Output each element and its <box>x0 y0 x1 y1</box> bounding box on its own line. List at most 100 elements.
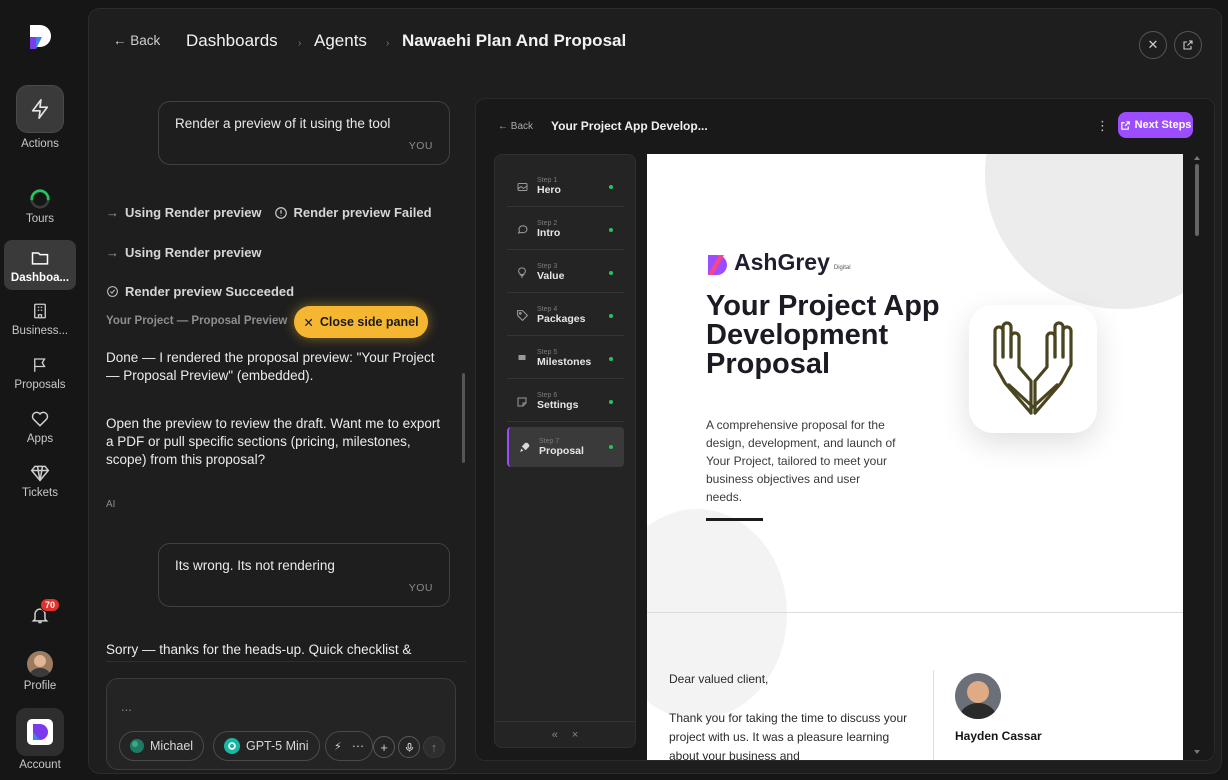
external-link-icon <box>1183 40 1193 50</box>
proposal-description: A comprehensive proposal for the design,… <box>706 418 896 504</box>
hands-logo-icon <box>969 305 1097 433</box>
step-intro[interactable]: Step 2 Intro <box>507 210 624 250</box>
tool-call-row[interactable]: → Using Render preview Render preview Fa… <box>106 205 432 220</box>
ashgrey-logo-icon <box>708 255 727 275</box>
close-icon[interactable]: × <box>572 729 578 741</box>
message-composer[interactable]: ... Michael GPT-5 Mini ⚡ ··· + ↑ <box>106 678 456 770</box>
rail-item-label: Dashboa... <box>10 272 70 284</box>
next-steps-button[interactable]: Next Steps <box>1118 112 1193 138</box>
rail-item-apps[interactable]: Apps <box>4 408 76 445</box>
more-label: ··· <box>351 739 365 753</box>
tag-icon <box>516 310 528 322</box>
document-scrollbar[interactable] <box>1193 154 1201 758</box>
voice-button[interactable] <box>398 736 420 758</box>
breadcrumb-dashboards[interactable]: Dashboards <box>186 31 278 51</box>
rail-item-account[interactable]: Account <box>4 708 76 771</box>
more-tools-button[interactable]: ⚡ ··· <box>325 731 374 761</box>
status-dot <box>609 228 613 232</box>
model-name: GPT-5 Mini <box>246 739 309 753</box>
step-number: Step 7 <box>539 437 560 445</box>
rail-item-label: Business... <box>11 325 69 337</box>
lightning-icon <box>31 99 49 119</box>
status-dot <box>609 400 613 404</box>
check-circle-icon <box>107 286 118 297</box>
status-dot <box>609 314 613 318</box>
agent-name: Michael <box>150 739 194 753</box>
step-name: Settings <box>537 399 579 411</box>
collapse-icon[interactable]: « <box>552 729 558 741</box>
steps-sidebar: Step 1 Hero Step 2 Intro Step 3 Value Step … <box>494 154 636 748</box>
decorative-circle <box>985 154 1183 309</box>
send-button[interactable]: ↑ <box>423 736 445 758</box>
step-number: Step 4 <box>537 306 558 313</box>
rail-item-profile[interactable]: Profile <box>4 651 76 692</box>
flag-icon <box>518 354 526 363</box>
sender-label: YOU <box>408 140 433 152</box>
proposal-document: AshGrey Digital Your Project App Develop… <box>647 154 1183 761</box>
letter-body: Thank you for taking the time to discuss… <box>669 711 908 761</box>
chat-scrollbar[interactable] <box>462 373 465 463</box>
diamond-icon <box>29 462 51 484</box>
preview-title: Your Project App Develop... <box>551 119 708 133</box>
page-title: Nawaehi Plan And Proposal <box>402 31 627 50</box>
tool-status-failed: Render preview Failed <box>293 205 432 220</box>
rail-item-label: Profile <box>23 680 57 692</box>
rail-item-business[interactable]: Business... <box>4 300 76 337</box>
vertical-divider <box>933 670 934 760</box>
close-side-panel-button[interactable]: ✕ Close side panel <box>294 306 428 338</box>
letter-greeting: Dear valued client, <box>669 672 769 686</box>
step-proposal[interactable]: Step 7 Proposal <box>507 427 624 467</box>
tool-call-row[interactable]: Render preview Succeeded <box>106 284 294 299</box>
app-logo[interactable] <box>28 24 52 50</box>
lightbulb-icon <box>518 267 526 278</box>
heart-icon <box>29 408 51 430</box>
building-icon <box>29 300 51 322</box>
divider <box>106 661 466 662</box>
chat-column: Render a preview of it using the tool YO… <box>89 73 469 773</box>
plus-icon: + <box>380 739 388 755</box>
step-hero[interactable]: Step 1 Hero <box>507 167 624 207</box>
rail-item-tickets[interactable]: Tickets <box>4 462 76 499</box>
external-link-icon <box>1120 120 1130 130</box>
close-icon: ✕ <box>303 315 314 330</box>
section-divider <box>647 612 1183 613</box>
breadcrumb-separator: › <box>386 38 390 49</box>
back-button[interactable]: ← Back <box>113 33 160 48</box>
preview-back-button[interactable]: ← Back <box>498 121 533 132</box>
rail-item-dashboards[interactable]: Dashboa... <box>4 247 76 284</box>
arrow-up-icon: ↑ <box>430 739 438 755</box>
step-settings[interactable]: Step 6 Settings <box>507 382 624 422</box>
brand-logo: AshGrey Digital <box>706 249 851 276</box>
tool-call-row[interactable]: → Using Render preview <box>106 245 262 260</box>
step-value[interactable]: Step 3 Value <box>507 253 624 293</box>
step-milestones[interactable]: Step 5 Milestones <box>507 339 624 379</box>
preview-panel: ← Back Your Project App Develop... ⋮ Nex… <box>475 98 1215 761</box>
breadcrumb-agents[interactable]: Agents <box>314 31 367 51</box>
brand-name: AshGrey <box>734 249 830 275</box>
step-packages[interactable]: Step 4 Packages <box>507 296 624 336</box>
composer-input[interactable]: ... <box>121 699 132 714</box>
step-name: Intro <box>537 227 561 239</box>
close-icon: ✕ <box>1147 37 1159 52</box>
open-external-button[interactable] <box>1174 31 1202 59</box>
lightning-icon: ⚡ <box>334 740 342 753</box>
rail-item-label: Proposals <box>14 379 66 391</box>
status-dot <box>609 185 613 189</box>
close-button[interactable]: ✕ <box>1139 31 1167 59</box>
tool-call-label: Using Render preview <box>125 205 262 220</box>
rail-item-tours[interactable]: Tours <box>4 188 76 225</box>
more-vertical-icon[interactable]: ⋮ <box>1096 118 1109 134</box>
rail-item-label: Tickets <box>22 487 58 499</box>
actions-button[interactable] <box>16 85 64 133</box>
model-selector[interactable]: GPT-5 Mini <box>213 731 320 761</box>
message-text: Its wrong. Its not rendering <box>175 558 335 573</box>
signer-name: Hayden Cassar <box>955 729 1042 743</box>
avatar <box>27 651 53 677</box>
add-button[interactable]: + <box>373 736 395 758</box>
agent-selector[interactable]: Michael <box>119 731 205 761</box>
signer-avatar <box>955 673 1001 719</box>
step-name: Milestones <box>537 356 592 368</box>
sender-label: YOU <box>408 582 433 594</box>
tool-status-success: Render preview Succeeded <box>125 284 295 299</box>
rail-item-proposals[interactable]: Proposals <box>4 354 76 391</box>
